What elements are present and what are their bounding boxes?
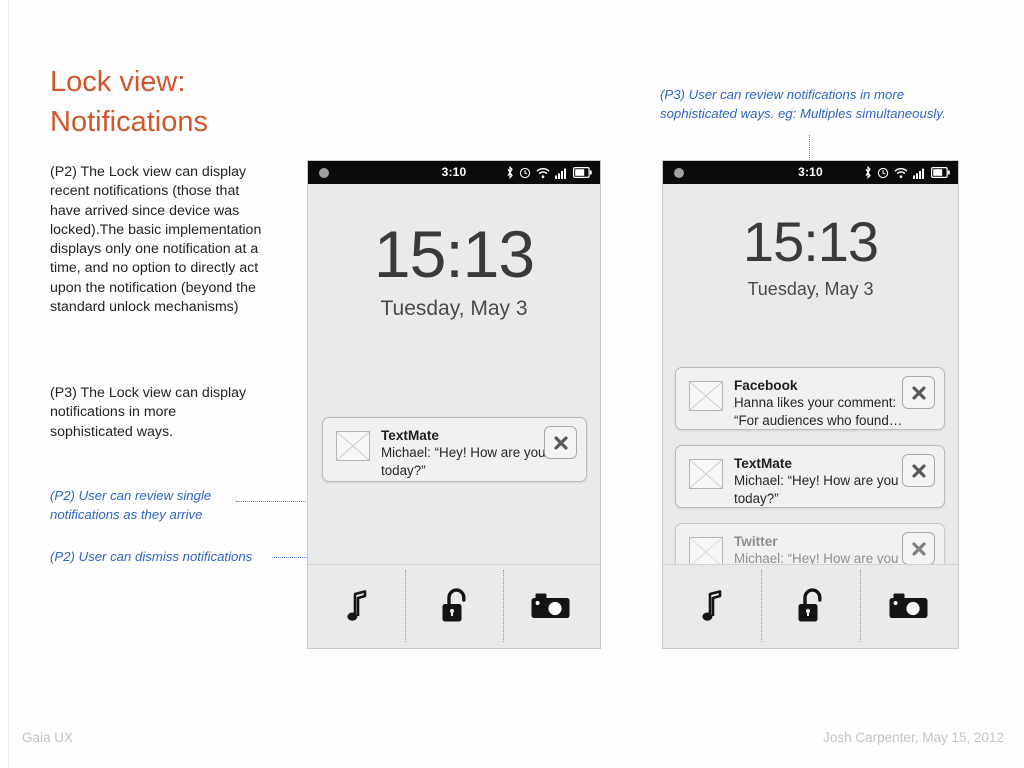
page-title: Lock view: Notifications (50, 62, 380, 142)
notification-app-name: Twitter (734, 534, 778, 549)
notification-dismiss-button[interactable] (902, 532, 935, 565)
paragraph-p2: (P2) The Lock view can display recent no… (50, 164, 262, 316)
lock-date-left: Tuesday, May 3 (380, 297, 528, 320)
annotation-review-single: (P2) User can review single notification… (50, 488, 212, 522)
footer-left-label: Gaia UX (22, 730, 74, 745)
wifi-icon (894, 167, 908, 179)
notification-dismiss-button[interactable] (902, 454, 935, 487)
unlocked-padlock-icon (793, 587, 827, 625)
notification-dismiss-button[interactable] (544, 426, 577, 459)
camera-icon (889, 591, 929, 621)
toolbar-unlock-button[interactable] (405, 564, 502, 648)
status-bar-icons-right (864, 165, 950, 180)
lock-toolbar-right (663, 564, 958, 648)
app-thumbnail-placeholder-icon (689, 381, 723, 411)
notification-card[interactable]: TextMate Michael: “Hey! How are you toda… (675, 445, 945, 508)
phone-mockup-left: 3:10 15:13 Tuesday, May 3 TextMate Micha… (307, 160, 601, 649)
app-thumbnail-placeholder-icon (689, 459, 723, 489)
alarm-clock-icon (519, 167, 531, 179)
page-title-line-2: Notifications (50, 106, 208, 138)
bluetooth-icon (506, 166, 514, 179)
slide-left-edge (4, 0, 9, 768)
phone-screen-left: 15:13 Tuesday, May 3 TextMate Michael: “… (308, 184, 600, 648)
notification-message: Michael: “Hey! How are you today?” (734, 473, 899, 506)
lock-date-right: Tuesday, May 3 (747, 279, 874, 299)
paragraph-p3: (P3) The Lock view can display notificat… (50, 385, 247, 440)
status-bar-right: 3:10 (663, 161, 958, 184)
app-thumbnail-placeholder-icon (336, 431, 370, 461)
phone-screen-right: 15:13 Tuesday, May 3 Facebook Hanna like… (663, 184, 958, 648)
slide-canvas: Lock view: Notifications (P2) The Lock v… (0, 0, 1024, 768)
notification-message: Michael: “Hey! How are you today?” (381, 445, 546, 478)
unlocked-padlock-icon (437, 587, 471, 625)
status-bar-icons-left (506, 165, 592, 180)
annotation-top-right: (P3) User can review notifications in mo… (660, 87, 946, 121)
toolbar-camera-button[interactable] (859, 564, 958, 648)
status-bar-left: 3:10 (308, 161, 600, 184)
app-thumbnail-placeholder-icon (689, 537, 723, 567)
notification-app-name: Facebook (734, 378, 798, 393)
wifi-icon (536, 167, 550, 179)
toolbar-music-button[interactable] (308, 564, 405, 648)
bluetooth-icon (864, 166, 872, 179)
music-note-icon (700, 590, 724, 622)
page-title-line-1: Lock view: (50, 66, 186, 98)
music-note-icon (345, 590, 369, 622)
notification-app-name: TextMate (734, 456, 792, 471)
signal-bars-icon (555, 167, 568, 179)
phone-mockup-right: 3:10 15:13 Tuesday, May 3 Facebook Hanna… (662, 160, 959, 649)
footer-right-label: Josh Carpenter, May 15, 2012 (823, 730, 1004, 745)
notification-card[interactable]: Facebook Hanna likes your comment: “For … (675, 367, 945, 430)
toolbar-unlock-button[interactable] (761, 564, 859, 648)
lock-toolbar-left (308, 564, 600, 648)
lock-clock-left: 15:13 (373, 217, 535, 291)
notification-card[interactable]: TextMate Michael: “Hey! How are you toda… (322, 417, 587, 482)
toolbar-camera-button[interactable] (502, 564, 600, 648)
camera-icon (531, 591, 571, 621)
toolbar-music-button[interactable] (663, 564, 761, 648)
lock-clock-right: 15:13 (742, 210, 879, 273)
signal-bars-icon (913, 167, 926, 179)
notification-message: Hanna likes your comment: “For audiences… (734, 395, 903, 428)
notification-dismiss-button[interactable] (902, 376, 935, 409)
battery-icon (931, 167, 950, 178)
alarm-clock-icon (877, 167, 889, 179)
annotation-dismiss: (P2) User can dismiss notifications (50, 549, 253, 564)
notification-app-name: TextMate (381, 428, 439, 443)
battery-icon (573, 167, 592, 178)
